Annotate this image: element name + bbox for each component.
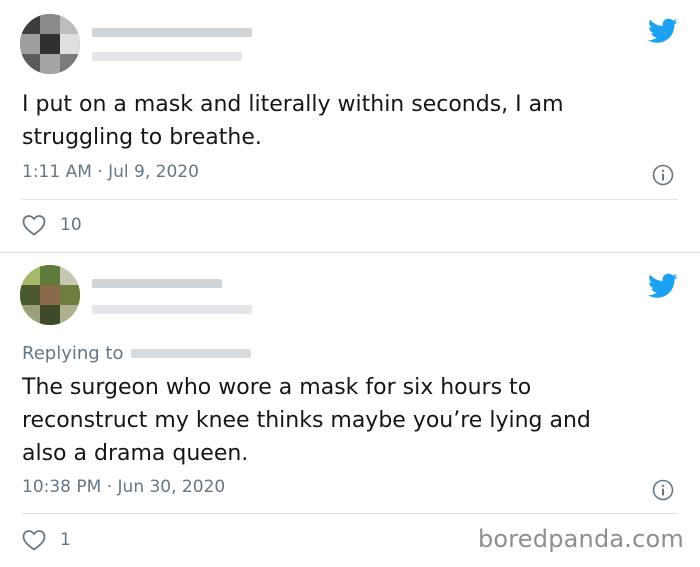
handle-redacted[interactable] [92, 305, 252, 314]
heart-icon [22, 215, 46, 236]
tweet-text: The surgeon who wore a mask for six hour… [22, 375, 591, 466]
tweet-timestamp[interactable]: 10:38 PM · Jun 30, 2020 [22, 477, 225, 497]
info-icon[interactable] [652, 164, 674, 186]
replying-to-label: Replying to [22, 343, 124, 364]
tweet-timestamp[interactable]: 1:11 AM · Jul 9, 2020 [22, 162, 199, 182]
heart-icon [22, 530, 46, 551]
info-icon[interactable] [652, 479, 674, 501]
twitter-bird-icon[interactable] [648, 18, 678, 44]
twitter-bird-icon[interactable] [648, 273, 678, 299]
tweet-text: I put on a mask and literally within sec… [22, 92, 564, 150]
tweet-divider [22, 513, 678, 514]
display-name-redacted[interactable] [92, 279, 222, 288]
avatar[interactable] [20, 14, 80, 74]
reply-handle-redacted[interactable] [131, 349, 252, 358]
tweet-card: I put on a mask and literally within sec… [0, 0, 700, 252]
like-button[interactable]: 10 [22, 214, 82, 236]
avatar[interactable] [20, 265, 80, 325]
display-name-redacted[interactable] [92, 28, 252, 37]
handle-redacted[interactable] [92, 52, 242, 61]
like-button[interactable]: 1 [22, 529, 71, 551]
like-count: 1 [60, 530, 71, 550]
replying-to: Replying to [22, 343, 252, 364]
tweet-card: Replying to The surgeon who wore a mask … [0, 253, 700, 567]
like-count: 10 [60, 215, 82, 235]
watermark: boredpanda.com [477, 525, 684, 553]
tweet-divider [22, 199, 678, 200]
